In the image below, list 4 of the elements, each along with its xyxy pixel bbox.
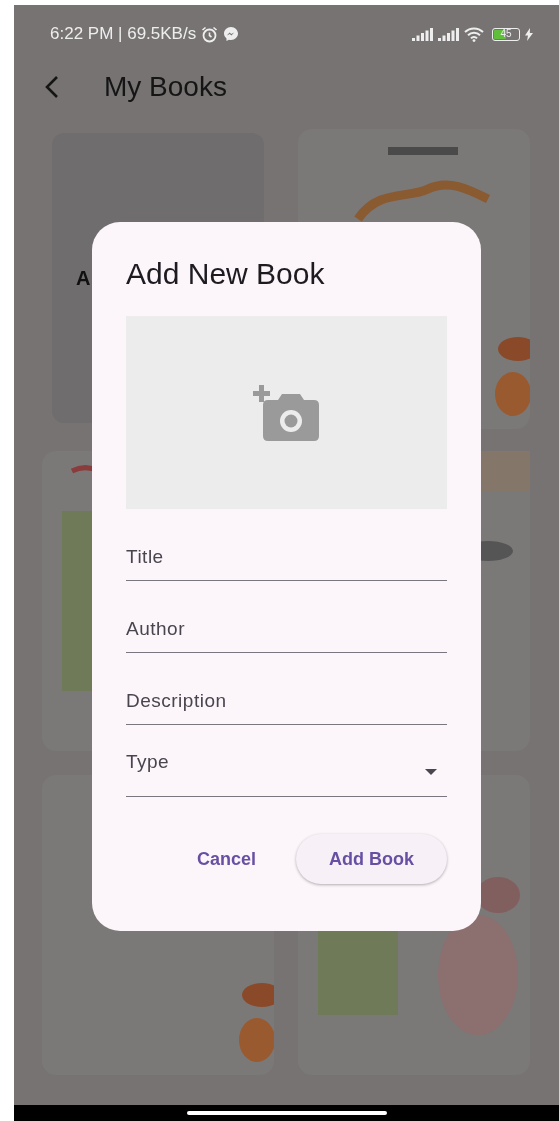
dialog-title: Add New Book: [126, 256, 326, 292]
status-time: 6:22 PM | 69.5KB/s: [50, 24, 197, 44]
page-title: My Books: [104, 71, 227, 103]
battery-icon: 45: [492, 27, 520, 41]
